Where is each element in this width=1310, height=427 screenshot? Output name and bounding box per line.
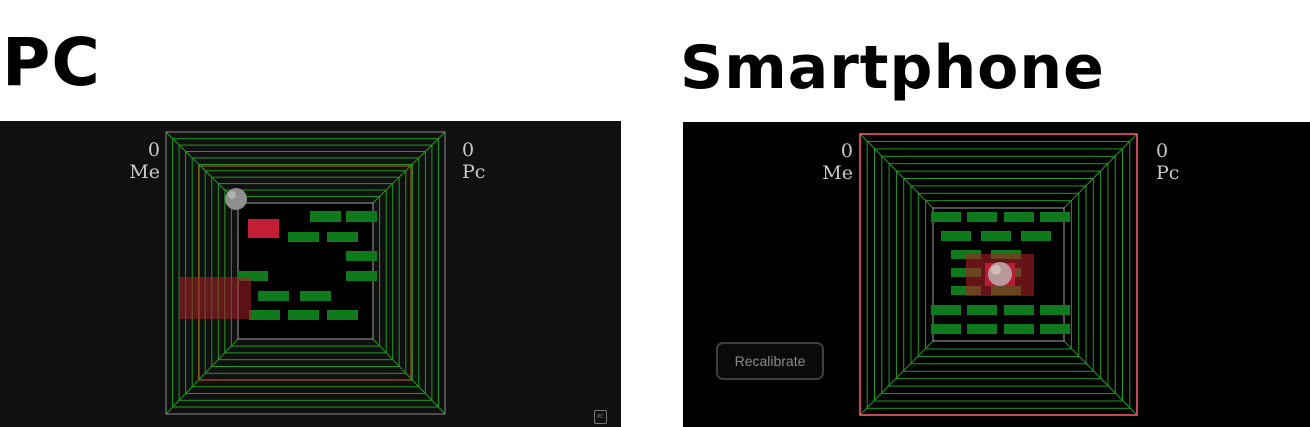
brick — [981, 231, 1011, 241]
player-paddle[interactable] — [180, 277, 251, 319]
brick — [346, 271, 377, 281]
ball — [988, 262, 1012, 286]
brick — [288, 310, 319, 320]
brick — [1021, 231, 1051, 241]
corner-line — [165, 338, 239, 415]
brick — [327, 232, 358, 242]
my-score-value: 0 — [840, 140, 853, 162]
brick — [1004, 324, 1034, 334]
brick — [1040, 212, 1070, 222]
corner-line — [165, 131, 239, 204]
pc-score: 0 Pc — [1156, 140, 1196, 184]
pc-score: 0 Pc — [462, 139, 502, 183]
brick — [967, 324, 997, 334]
brick — [249, 310, 280, 320]
my-score: 0 Me — [813, 140, 853, 184]
pc-score-value: 0 — [462, 139, 475, 161]
pc-game-view[interactable]: 0 Me 0 Pc PC — [0, 121, 621, 427]
recalibrate-button[interactable]: Recalibrate — [716, 342, 824, 380]
pc-playfield[interactable] — [0, 121, 621, 427]
my-score-label: Me — [129, 161, 160, 183]
my-score: 0 Me — [120, 139, 160, 183]
brick — [346, 251, 377, 261]
brick — [931, 324, 961, 334]
pc-score-value: 0 — [1156, 140, 1169, 162]
pc-score-label: Pc — [462, 161, 486, 183]
brick — [967, 305, 997, 315]
pc-score-label: Pc — [1156, 162, 1180, 184]
ball — [225, 188, 247, 210]
brick — [258, 291, 289, 301]
corner-line — [372, 131, 446, 204]
brick — [1040, 324, 1070, 334]
brick — [931, 305, 961, 315]
smartphone-game-view[interactable]: 0 Me 0 Pc Recalibrate — [683, 122, 1310, 427]
brick — [931, 212, 961, 222]
brick — [346, 211, 377, 222]
brick — [1004, 305, 1034, 315]
comparison-page: PC Smartphone 0 Me 0 Pc PC 0 Me 0 Pc Rec… — [0, 0, 1310, 427]
opponent-paddle — [248, 219, 279, 238]
corner-line — [372, 338, 446, 415]
brick — [300, 291, 331, 301]
my-score-value: 0 — [147, 139, 160, 161]
brick — [310, 211, 341, 222]
brick — [1004, 212, 1034, 222]
brick — [288, 232, 319, 242]
my-score-label: Me — [822, 162, 853, 184]
smartphone-playfield[interactable] — [683, 122, 1310, 427]
smartphone-heading: Smartphone — [680, 33, 1105, 103]
brick — [327, 310, 358, 320]
pc-badge-icon: PC — [594, 410, 607, 424]
brick — [941, 231, 971, 241]
pc-heading: PC — [2, 24, 101, 101]
brick — [1040, 305, 1070, 315]
brick — [967, 212, 997, 222]
